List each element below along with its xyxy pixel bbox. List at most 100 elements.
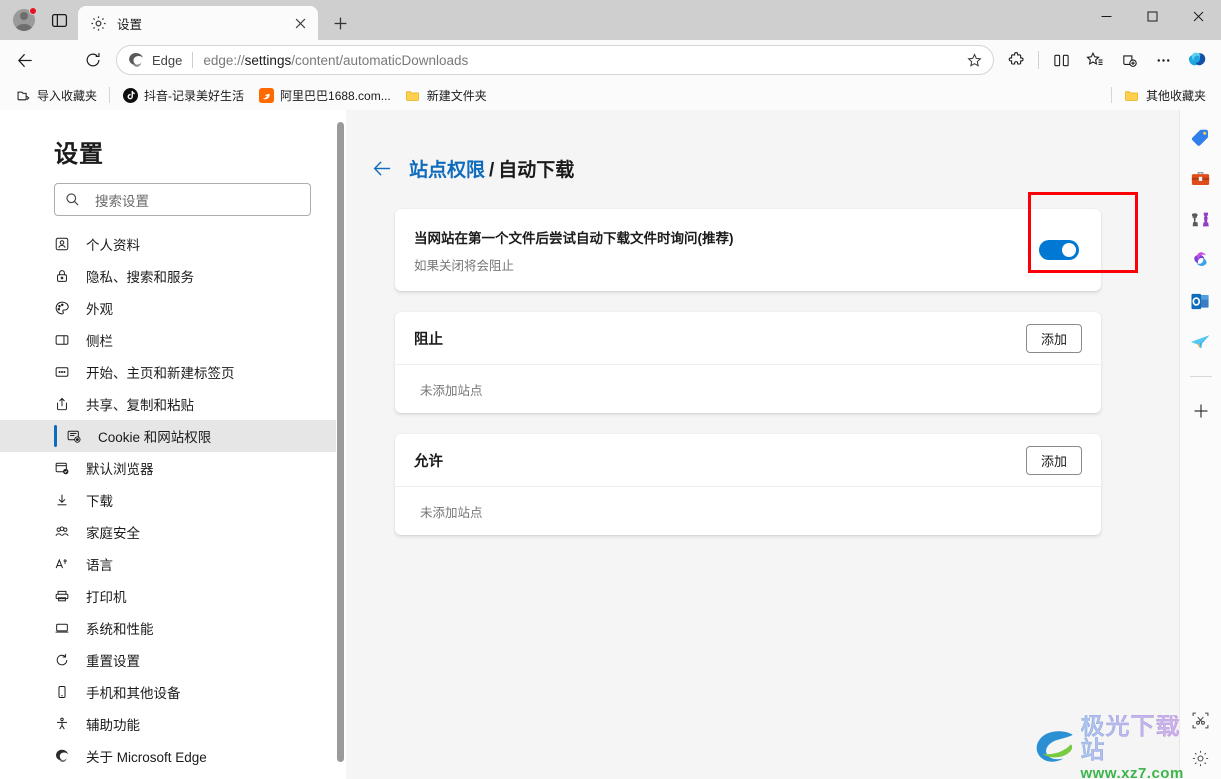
sidebar-item-sidebar[interactable]: 侧栏 [0, 324, 341, 356]
toggle-knob [1062, 243, 1076, 257]
edgebar-bottom-icons [1188, 707, 1214, 771]
settings-content: 站点权限 / 自动下载 当网站在第一个文件后尝试自动下载文件时询问(推荐) 如果关闭… [346, 110, 1201, 779]
bookmark-alibaba[interactable]: 阿里巴巴1688.com... [251, 83, 398, 107]
bookmarks-divider [109, 87, 111, 103]
sidebar-item-label: 默认浏览器 [86, 462, 154, 477]
douyin-icon [122, 87, 138, 103]
toolbox-icon[interactable] [1188, 165, 1214, 191]
sidebar-item-privacy[interactable]: 隐私、搜索和服务 [0, 260, 341, 292]
collections-icon[interactable] [1113, 44, 1145, 76]
phone-icon [54, 684, 76, 700]
lock-icon [54, 268, 76, 284]
edge-sidebar [1179, 110, 1221, 779]
avatar-alert-badge [29, 7, 37, 15]
browser-toolbar-icons [1000, 44, 1213, 76]
bookmark-new-folder[interactable]: 新建文件夹 [398, 83, 494, 107]
games-icon[interactable] [1188, 206, 1214, 232]
favorites-icon[interactable] [1079, 44, 1111, 76]
reset-icon [54, 652, 76, 668]
sidebar-item-label: 开始、主页和新建标签页 [86, 366, 235, 381]
sidebar-item-label: 手机和其他设备 [86, 686, 181, 701]
edge-chip: Edge [127, 51, 182, 69]
allow-add-button[interactable]: 添加 [1025, 445, 1082, 475]
profile-avatar[interactable] [8, 4, 40, 36]
breadcrumb-separator: / [489, 160, 495, 181]
block-add-button[interactable]: 添加 [1025, 323, 1082, 353]
bookmark-douyin[interactable]: 抖音-记录美好生活 [115, 83, 251, 107]
maximize-button[interactable] [1129, 0, 1175, 32]
sidebar-item-printers[interactable]: 打印机 [0, 580, 341, 612]
add-favorite-icon[interactable] [961, 47, 987, 73]
search-placeholder: 搜索设置 [95, 193, 149, 209]
sidebar-item-share-copy-paste[interactable]: 共享、复制和粘贴 [0, 388, 341, 420]
auto-download-toggle[interactable] [1039, 240, 1079, 260]
bookmarks-bar: 导入收藏夹 抖音-记录美好生活 阿里巴巴1688.com... 新建文件夹 其他… [0, 80, 1221, 110]
title-bar: 设置 [0, 0, 1221, 40]
breadcrumb: 站点权限 / 自动下载 [372, 155, 1201, 182]
bookmark-label: 抖音-记录美好生活 [144, 88, 245, 103]
settings-more-icon[interactable] [1147, 44, 1179, 76]
microsoft365-icon[interactable] [1188, 247, 1214, 273]
back-arrow-icon[interactable] [372, 158, 393, 179]
settings-nav-list: 个人资料 隐私、搜索和服务 外观 侧栏 开始、主页和新建标签页 共享、复制和粘贴… [0, 228, 341, 772]
import-favorites-icon [15, 87, 31, 103]
system-icon [54, 620, 76, 636]
sidebar-item-label: 语言 [86, 558, 113, 573]
settings-scrollbar[interactable] [336, 110, 345, 779]
sidebar-item-start-home[interactable]: 开始、主页和新建标签页 [0, 356, 341, 388]
language-icon [54, 556, 76, 572]
browser-tab-settings[interactable]: 设置 [78, 6, 318, 40]
sidebar-item-downloads[interactable]: 下载 [0, 484, 341, 516]
sidebar-item-cookies-permissions[interactable]: Cookie 和网站权限 [0, 420, 341, 452]
edge-logo-icon [129, 52, 143, 67]
sidebar-item-languages[interactable]: 语言 [0, 548, 341, 580]
tab-actions-icon[interactable] [44, 5, 74, 35]
address-bar[interactable]: Edge edge://settings/content/automaticDo… [116, 45, 994, 75]
extensions-icon[interactable] [1000, 44, 1032, 76]
sidebar-item-family-safety[interactable]: 家庭安全 [0, 516, 341, 548]
folder-icon [1124, 87, 1140, 103]
sidebar-item-system-performance[interactable]: 系统和性能 [0, 612, 341, 644]
bookmark-label: 新建文件夹 [426, 88, 487, 103]
tag-icon[interactable] [1188, 124, 1214, 150]
url-text: edge://settings/content/automaticDownloa… [203, 52, 469, 68]
search-icon [65, 192, 83, 207]
page-body: 设置 搜索设置 个人资料 隐私、搜索和服务 外观 侧栏 开始、主页和新建标签页 … [0, 110, 1221, 779]
close-icon[interactable] [288, 11, 312, 35]
split-screen-icon[interactable] [1045, 44, 1077, 76]
sidebar-item-appearance[interactable]: 外观 [0, 292, 341, 324]
palette-icon [54, 300, 76, 316]
breadcrumb-parent-link[interactable]: 站点权限 [409, 160, 485, 181]
sidebar-item-about-edge[interactable]: 关于 Microsoft Edge [0, 740, 341, 772]
allow-section-title: 允许 [414, 453, 443, 470]
sidebar-item-accessibility[interactable]: 辅助功能 [0, 708, 341, 740]
bookmark-import-favorites[interactable]: 导入收藏夹 [8, 83, 104, 107]
edgebar-divider [1189, 376, 1212, 377]
block-section-title: 阻止 [414, 331, 443, 348]
outlook-icon[interactable] [1188, 288, 1214, 314]
close-button[interactable] [1175, 0, 1221, 32]
minimize-button[interactable] [1083, 0, 1129, 32]
sidebar-item-label: 关于 Microsoft Edge [86, 750, 207, 765]
sidebar-item-phone-devices[interactable]: 手机和其他设备 [0, 676, 341, 708]
sidebar-item-reset-settings[interactable]: 重置设置 [0, 644, 341, 676]
sidebar-item-default-browser[interactable]: 默认浏览器 [0, 452, 341, 484]
refresh-icon[interactable] [76, 43, 110, 77]
bookmark-label: 导入收藏夹 [37, 88, 98, 103]
back-button[interactable] [8, 43, 42, 77]
search-input[interactable]: 搜索设置 [54, 183, 311, 216]
auto-download-toggle-card: 当网站在第一个文件后尝试自动下载文件时询问(推荐) 如果关闭将会阻止 [395, 209, 1101, 291]
add-sidebar-app-button[interactable] [1188, 398, 1214, 424]
new-tab-button[interactable] [324, 7, 356, 39]
settings-gear-icon[interactable] [1188, 745, 1214, 771]
copilot-icon[interactable] [1181, 44, 1213, 76]
forward-button[interactable] [42, 43, 76, 77]
bookmark-other-favorites[interactable]: 其他收藏夹 [1117, 83, 1213, 107]
allow-empty-text: 未添加站点 [420, 505, 483, 520]
sidebar-item-profile[interactable]: 个人资料 [0, 228, 341, 260]
paper-plane-icon[interactable] [1188, 329, 1214, 355]
snip-icon[interactable] [1188, 707, 1214, 733]
block-empty-text: 未添加站点 [420, 383, 483, 398]
scrollbar-thumb[interactable] [337, 122, 344, 762]
folder-icon [405, 87, 421, 103]
